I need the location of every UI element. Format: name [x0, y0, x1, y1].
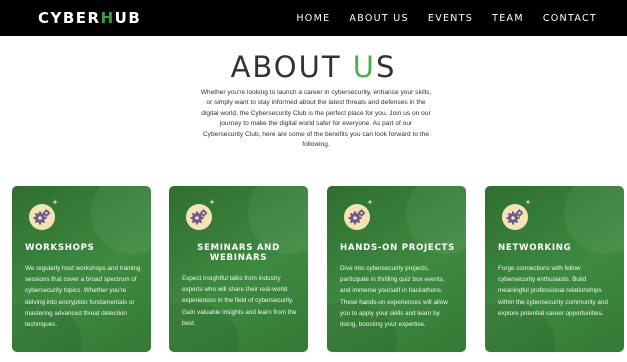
card-description: Forge connections with fellow cybersecur…: [498, 265, 608, 317]
title-part1: ABOUT: [230, 50, 353, 84]
sparkle-icon: [209, 199, 215, 205]
card-networking: NETWORKING Forge connections with fellow…: [485, 186, 624, 352]
card-title: NETWORKING: [498, 243, 572, 253]
gears-icon: [502, 204, 528, 230]
intro-paragraph: Whether you're looking to launch a caree…: [200, 89, 432, 149]
gears-icon: [29, 204, 55, 230]
card-workshops: WORKSHOPS We regularly host workshops an…: [12, 186, 151, 352]
main-nav: HOME ABOUT US EVENTS TEAM CONTACT: [296, 0, 597, 36]
sparkle-icon: [367, 199, 373, 205]
card-title: HANDS-ON PROJECTS: [340, 243, 455, 253]
nav-link-events[interactable]: EVENTS: [428, 13, 473, 24]
card-description: We regularly host workshops and training…: [25, 265, 141, 329]
logo-text-part2: UB: [114, 9, 142, 27]
title-part2: S: [376, 50, 397, 84]
benefit-cards: WORKSHOPS We regularly host workshops an…: [12, 186, 624, 354]
site-logo[interactable]: CYBERHUB: [38, 0, 141, 36]
page-title: ABOUT US: [0, 50, 627, 84]
nav-link-contact[interactable]: CONTACT: [543, 13, 597, 24]
card-description: Expect insightful talks from industry ex…: [182, 275, 297, 327]
nav-link-home[interactable]: HOME: [296, 13, 330, 24]
card-seminars-and-webinars: SEMINARS AND WEBINARS Expect insightful …: [169, 186, 308, 352]
sparkle-icon: [525, 199, 531, 205]
nav-link-about-us[interactable]: ABOUT US: [349, 13, 409, 24]
logo-text-part1: CYBER: [38, 9, 101, 27]
sparkle-icon: [52, 199, 58, 205]
gears-icon: [344, 204, 370, 230]
card-title: SEMINARS AND WEBINARS: [197, 243, 280, 263]
navbar: CYBERHUB HOME ABOUT US EVENTS TEAM CONTA…: [0, 0, 627, 36]
gears-icon: [186, 204, 212, 230]
card-hands-on-projects: HANDS-ON PROJECTS Dive into cybersecurit…: [327, 186, 466, 352]
nav-link-team[interactable]: TEAM: [492, 13, 524, 24]
card-description: Dive into cybersecurity projects, partic…: [340, 265, 448, 329]
card-title: WORKSHOPS: [25, 243, 95, 253]
title-accent: U: [352, 50, 377, 84]
logo-text-accent: H: [100, 9, 115, 27]
